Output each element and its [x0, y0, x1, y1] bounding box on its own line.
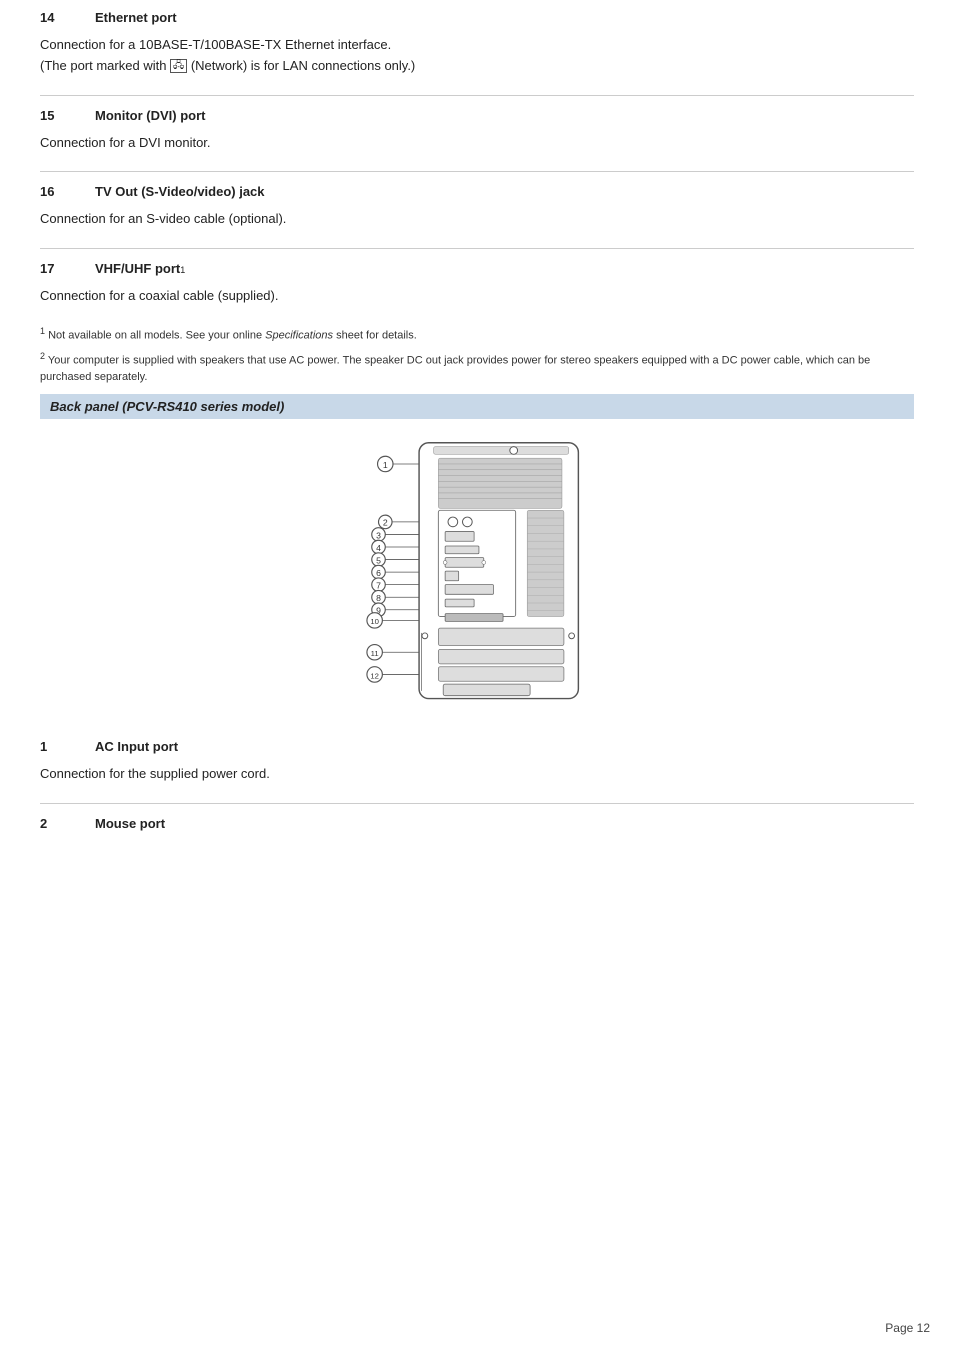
section-14: 14 Ethernet port Connection for a 10BASE…: [40, 10, 914, 77]
section-16-number: 16: [40, 184, 95, 199]
svg-text:2: 2: [383, 518, 388, 528]
section-14-number: 14: [40, 10, 95, 25]
section-14-header: 14 Ethernet port: [40, 10, 914, 25]
footnote-1-italic: Specifications: [265, 330, 333, 342]
diagram-container: 1 2 3 4 5 6 7 8 9: [40, 435, 914, 715]
section-15-text: Connection for a DVI monitor.: [40, 135, 211, 150]
section-2-mouse-title: Mouse port: [95, 816, 165, 831]
svg-text:11: 11: [371, 649, 379, 658]
network-icon: 🖧: [170, 59, 187, 73]
section-14-title: Ethernet port: [95, 10, 177, 25]
section-2-mouse-number: 2: [40, 816, 95, 831]
footnote-1: 1 Not available on all models. See your …: [40, 325, 914, 344]
section-14-text2: (The port marked with 🖧 (Network) is for…: [40, 58, 415, 73]
divider-14-15: [40, 95, 914, 96]
section-16-title: TV Out (S-Video/video) jack: [95, 184, 265, 199]
section-14-text1: Connection for a 10BASE-T/100BASE-TX Eth…: [40, 37, 391, 52]
section-15-number: 15: [40, 108, 95, 123]
footnotes-area: 1 Not available on all models. See your …: [40, 325, 914, 386]
footnote-1-text2: sheet for details.: [333, 330, 417, 342]
section-1-ac-header: 1 AC Input port: [40, 739, 914, 754]
section-17-header: 17 VHF/UHF port1: [40, 261, 914, 276]
page-number: Page 12: [885, 1321, 930, 1335]
divider-16-17: [40, 248, 914, 249]
divider-1-2: [40, 803, 914, 804]
svg-text:7: 7: [376, 580, 381, 590]
footnote-2-text: Your computer is supplied with speakers …: [40, 355, 870, 384]
svg-text:4: 4: [376, 543, 381, 553]
section-17-title: VHF/UHF port: [95, 261, 180, 276]
section-16-text: Connection for an S-video cable (optiona…: [40, 211, 286, 226]
svg-text:8: 8: [376, 593, 381, 603]
section-15: 15 Monitor (DVI) port Connection for a D…: [40, 108, 914, 154]
section-16-body: Connection for an S-video cable (optiona…: [40, 209, 914, 230]
back-panel-diagram: 1 2 3 4 5 6 7 8 9: [337, 435, 617, 715]
svg-text:12: 12: [370, 671, 379, 680]
page-content: 14 Ethernet port Connection for a 10BASE…: [0, 0, 954, 889]
section-17-footnote-marker: 1: [180, 265, 185, 275]
section-15-body: Connection for a DVI monitor.: [40, 133, 914, 154]
svg-text:3: 3: [376, 530, 381, 540]
section-17-number: 17: [40, 261, 95, 276]
section-16-header: 16 TV Out (S-Video/video) jack: [40, 184, 914, 199]
section-14-body: Connection for a 10BASE-T/100BASE-TX Eth…: [40, 35, 914, 77]
section-1-ac-text: Connection for the supplied power cord.: [40, 766, 270, 781]
svg-text:1: 1: [383, 460, 388, 470]
svg-text:5: 5: [376, 555, 381, 565]
section-1-ac: 1 AC Input port Connection for the suppl…: [40, 739, 914, 785]
section-15-title: Monitor (DVI) port: [95, 108, 205, 123]
panel-header-label: Back panel (PCV-RS410 series model): [50, 399, 284, 414]
section-1-ac-body: Connection for the supplied power cord.: [40, 764, 914, 785]
divider-15-16: [40, 171, 914, 172]
section-15-header: 15 Monitor (DVI) port: [40, 108, 914, 123]
panel-header: Back panel (PCV-RS410 series model): [40, 394, 914, 419]
section-1-ac-number: 1: [40, 739, 95, 754]
svg-text:10: 10: [370, 617, 379, 626]
section-17: 17 VHF/UHF port1 Connection for a coaxia…: [40, 261, 914, 307]
footnote-1-text: Not available on all models. See your on…: [48, 330, 265, 342]
section-1-ac-title: AC Input port: [95, 739, 178, 754]
section-17-body: Connection for a coaxial cable (supplied…: [40, 286, 914, 307]
footnote-2: 2 Your computer is supplied with speaker…: [40, 350, 914, 386]
section-16: 16 TV Out (S-Video/video) jack Connectio…: [40, 184, 914, 230]
section-2-mouse: 2 Mouse port: [40, 816, 914, 831]
svg-text:6: 6: [376, 568, 381, 578]
section-17-text: Connection for a coaxial cable (supplied…: [40, 288, 278, 303]
section-2-mouse-header: 2 Mouse port: [40, 816, 914, 831]
